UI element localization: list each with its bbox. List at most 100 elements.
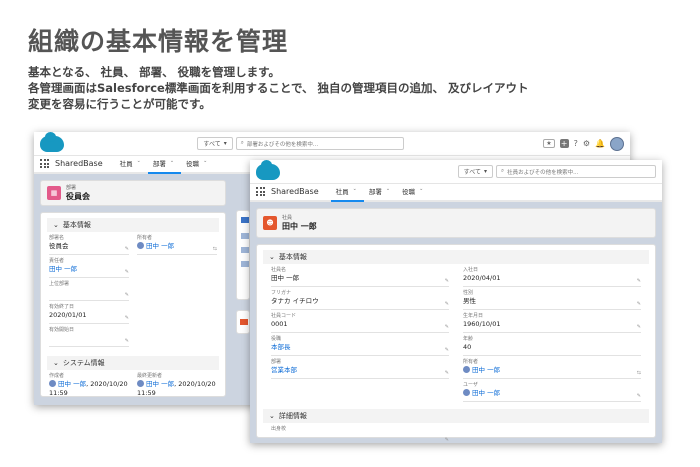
section-basic-info[interactable]: ⌄ 基本情報 bbox=[263, 250, 649, 264]
field-label: 作成者 bbox=[49, 373, 65, 379]
tab-employees[interactable]: 社員 ⌄ bbox=[115, 158, 148, 172]
field-label: 部署名 bbox=[49, 235, 65, 241]
edit-pencil-icon[interactable]: ✎ bbox=[125, 315, 129, 321]
edit-pencil-icon[interactable]: ✎ bbox=[445, 278, 449, 284]
change-owner-icon[interactable]: ⇆ bbox=[213, 246, 217, 252]
edit-pencil-icon[interactable]: ✎ bbox=[445, 370, 449, 376]
edit-pencil-icon[interactable]: ✎ bbox=[445, 324, 449, 330]
created-by-link[interactable]: 田中 一郎 bbox=[58, 380, 86, 388]
global-actions-icon[interactable]: + bbox=[559, 139, 569, 148]
field-value[interactable]: 田中 一郎 bbox=[137, 242, 217, 251]
tab-positions[interactable]: 役職 ⌄ bbox=[181, 158, 214, 172]
field-value: 田中 一郎, 2020/10/20 bbox=[49, 380, 129, 389]
tab-label: 役職 bbox=[402, 188, 416, 196]
related-list-item[interactable] bbox=[241, 261, 249, 267]
tab-positions[interactable]: 役職 ⌄ bbox=[397, 186, 430, 200]
notification-bell-icon[interactable]: 🔔 bbox=[595, 139, 605, 148]
owner-link[interactable]: 田中 一郎 bbox=[146, 242, 174, 250]
user-icon bbox=[49, 380, 56, 387]
search-scope-dropdown[interactable]: すべて ▾ bbox=[457, 165, 493, 178]
tab-employees[interactable]: 社員 ⌄ bbox=[330, 186, 364, 202]
global-search-input[interactable]: ⌕ 社員およびその他を検索中... bbox=[496, 165, 656, 178]
salesforce-logo-icon[interactable] bbox=[40, 132, 64, 152]
field-label: 生年月日 bbox=[463, 313, 484, 319]
chevron-down-icon[interactable]: ⌄ bbox=[419, 186, 423, 196]
section-system-info[interactable]: ⌄ システム情報 bbox=[47, 356, 219, 370]
global-search-input[interactable]: ⌕ 部署およびその他を検索中... bbox=[235, 137, 404, 150]
global-header: すべて ▾ ⌕ 部署およびその他を検索中... ★ + ? ⚙ 🔔 bbox=[34, 132, 630, 156]
salesforce-logo-icon[interactable] bbox=[256, 160, 280, 180]
edit-pencil-icon[interactable]: ✎ bbox=[445, 301, 449, 307]
field-end-date: 有効終了日 2020/01/01 ✎ bbox=[49, 304, 129, 324]
chevron-down-icon[interactable]: ⌄ bbox=[137, 158, 141, 168]
edit-pencil-icon[interactable]: ✎ bbox=[637, 278, 641, 284]
field-manager: 責任者 田中 一郎 ✎ bbox=[49, 258, 129, 278]
field-value: 男性 bbox=[463, 297, 476, 305]
scope-label: すべて bbox=[463, 169, 481, 176]
owner-link[interactable]: 田中 一郎 bbox=[472, 366, 500, 374]
section-detail-info[interactable]: ⌄ 詳細情報 bbox=[263, 409, 649, 423]
search-placeholder: 社員およびその他を検索中... bbox=[507, 169, 579, 176]
tab-label: 社員 bbox=[335, 188, 349, 196]
section-basic-info[interactable]: ⌄ 基本情報 bbox=[47, 218, 219, 232]
field-employee-code: 社員コード 0001 ✎ bbox=[271, 313, 449, 333]
field-department: 部署 営業本部 ✎ bbox=[271, 359, 449, 379]
record-header: ▦ 部署 役員会 bbox=[40, 180, 226, 206]
field-value[interactable]: 田中 一郎 bbox=[463, 389, 641, 398]
chevron-down-icon: ▾ bbox=[223, 140, 227, 147]
edit-pencil-icon[interactable]: ✎ bbox=[637, 393, 641, 399]
record-detail-panel: ⌄ 基本情報 部署名 役員会 ✎ 所有者 田中 一郎 ⇆ 責任者 田中 一郎 ✎ 上位部署 ✎ … bbox=[40, 212, 226, 397]
edit-pencil-icon[interactable]: ✎ bbox=[637, 324, 641, 330]
edit-pencil-icon[interactable]: ✎ bbox=[125, 269, 129, 275]
change-owner-icon[interactable]: ⇆ bbox=[637, 370, 641, 376]
chevron-down-icon[interactable]: ⌄ bbox=[170, 158, 174, 168]
manager-link[interactable]: 田中 一郎 bbox=[49, 265, 129, 274]
field-birth-date: 生年月日 1960/10/01 ✎ bbox=[463, 313, 641, 333]
created-time: 11:59 bbox=[49, 389, 68, 397]
app-launcher-icon[interactable] bbox=[40, 159, 49, 168]
field-dept-name: 部署名 役員会 ✎ bbox=[49, 235, 129, 255]
edit-pencil-icon[interactable]: ✎ bbox=[445, 437, 449, 443]
chevron-down-icon: ⌄ bbox=[53, 359, 59, 367]
modified-by-link[interactable]: 田中 一郎 bbox=[146, 380, 174, 388]
tab-departments[interactable]: 部署 ⌄ bbox=[147, 158, 182, 174]
search-scope-dropdown[interactable]: すべて ▾ bbox=[197, 137, 233, 150]
user-icon bbox=[137, 380, 144, 387]
created-at: 2020/10/20 bbox=[90, 380, 128, 388]
edit-pencil-icon[interactable]: ✎ bbox=[125, 292, 129, 298]
user-avatar[interactable] bbox=[609, 136, 624, 151]
edit-pencil-icon[interactable]: ✎ bbox=[125, 246, 129, 252]
related-list-item[interactable] bbox=[241, 247, 249, 253]
field-user: ユーザ 田中 一郎 ✎ bbox=[463, 382, 641, 402]
chevron-down-icon[interactable]: ⌄ bbox=[353, 186, 357, 196]
setup-gear-icon[interactable]: ⚙ bbox=[583, 139, 590, 148]
field-label: 社員コード bbox=[271, 313, 297, 319]
field-value: 田中 一郎 bbox=[271, 274, 300, 282]
field-value: 田中 一郎, 2020/10/20 bbox=[137, 380, 217, 389]
department-link[interactable]: 営業本部 bbox=[271, 366, 449, 375]
position-link[interactable]: 本部長 bbox=[271, 343, 449, 352]
field-created-by: 作成者 田中 一郎, 2020/10/20 11:59 bbox=[49, 373, 129, 399]
tab-label: 部署 bbox=[368, 188, 382, 196]
chevron-down-icon[interactable]: ⌄ bbox=[386, 186, 390, 196]
edit-pencil-icon[interactable]: ✎ bbox=[125, 338, 129, 344]
scope-label: すべて bbox=[203, 141, 221, 148]
field-modified-by: 最終更新者 田中 一郎, 2020/10/20 11:59 bbox=[137, 373, 217, 399]
related-list-item[interactable] bbox=[241, 233, 249, 239]
user-link[interactable]: 田中 一郎 bbox=[472, 389, 500, 397]
field-start-date: 有効開始日 ✎ bbox=[49, 327, 129, 347]
section-title: 基本情報 bbox=[278, 253, 307, 261]
edit-pencil-icon[interactable]: ✎ bbox=[637, 301, 641, 307]
field-label: ユーザ bbox=[463, 382, 478, 388]
tab-departments[interactable]: 部署 ⌄ bbox=[364, 186, 397, 200]
favorites-icon[interactable]: ★ bbox=[543, 139, 555, 148]
field-label: 有効終了日 bbox=[49, 304, 75, 310]
description-line-2: 各管理画面はSalesforce標準画面を利用することで、 独自の管理項目の追加… bbox=[28, 81, 529, 95]
app-launcher-icon[interactable] bbox=[256, 187, 265, 196]
section-title: 基本情報 bbox=[62, 221, 91, 229]
field-value[interactable]: 田中 一郎 bbox=[463, 366, 641, 375]
chevron-down-icon[interactable]: ⌄ bbox=[203, 158, 207, 168]
object-name: 社員 bbox=[282, 215, 293, 221]
edit-pencil-icon[interactable]: ✎ bbox=[445, 347, 449, 353]
help-icon[interactable]: ? bbox=[574, 139, 578, 148]
